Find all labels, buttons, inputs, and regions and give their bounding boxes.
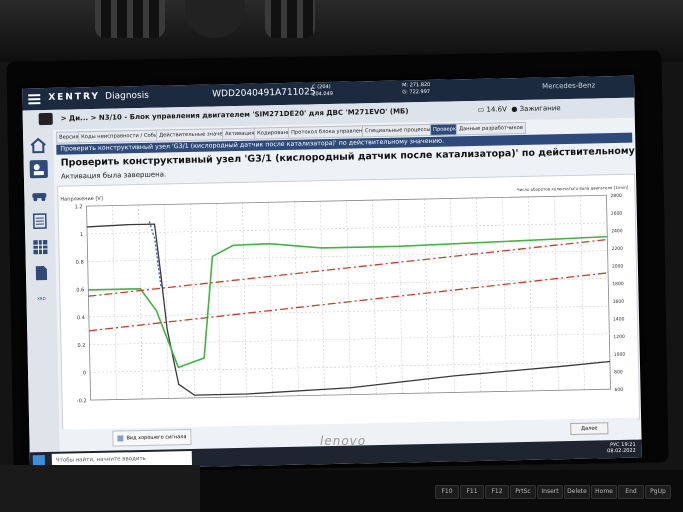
- grid-line-vertical: [164, 204, 169, 399]
- grid-line-vertical: [580, 195, 585, 390]
- keyboard: F10 F11 F12 PrtSc Insert Delete Home End…: [200, 470, 683, 512]
- taskbar-clock: РУС 19:21 08.02.2022: [607, 442, 636, 455]
- breadcrumb-text: > Ди... > N3/10 - Блок управления двигат…: [60, 107, 409, 123]
- grid-line-vertical: [424, 199, 429, 394]
- key-insert[interactable]: Insert: [537, 485, 563, 499]
- code-m-line2: G: 722.997: [402, 88, 431, 96]
- key-home[interactable]: Home: [591, 485, 617, 499]
- ignition-icon: ●: [511, 105, 518, 114]
- document-icon[interactable]: [32, 264, 50, 282]
- battery-voltage: 14.6V: [486, 105, 507, 114]
- laptop-brand-logo: lenovo: [320, 434, 367, 448]
- app-logo: XENTRY Diagnosis: [48, 91, 149, 103]
- air-vent: [95, 0, 165, 38]
- grid-line-horizontal: [87, 250, 608, 262]
- tab-special-procedures[interactable]: Специальные процессы: [361, 123, 434, 138]
- home-icon[interactable]: [29, 136, 47, 154]
- y-right-tick-label: 2800: [610, 193, 622, 199]
- diagnosis-icon[interactable]: [29, 159, 48, 179]
- clock-date: 08.02.2022: [607, 447, 636, 455]
- hamburger-menu-icon[interactable]: [28, 92, 41, 105]
- code-c-line2: 204.049: [312, 90, 334, 98]
- next-button[interactable]: Далее: [570, 422, 609, 436]
- list-icon[interactable]: [31, 212, 49, 230]
- grid-line-vertical: [268, 202, 273, 397]
- key-end[interactable]: End: [618, 485, 644, 499]
- grid-line-vertical: [216, 203, 221, 398]
- grid-line-horizontal: [88, 278, 609, 290]
- grid-line-vertical: [346, 200, 351, 395]
- y-right-tick-label: 1200: [613, 334, 625, 340]
- signal-chart: 1.2 1 0.8 0.6 0.4 0.2 0 -0.2 2800 2600 2400 2200 200…: [57, 173, 641, 432]
- y-left-tick-label: 0.8: [76, 260, 84, 266]
- sidebar: XRD: [22, 129, 61, 471]
- y-left-tick-label: 0: [83, 370, 86, 376]
- battery-icon: ▭: [477, 105, 485, 114]
- grid-line-vertical: [554, 196, 559, 391]
- grid-line-vertical: [190, 203, 195, 398]
- key-pgup[interactable]: PgUp: [645, 485, 671, 499]
- grid-line-vertical: [320, 201, 325, 396]
- y-right-tick-label: 1000: [614, 352, 626, 358]
- tab-developer-data[interactable]: Данные разработчиков: [455, 121, 526, 136]
- grid-line-vertical: [294, 201, 299, 396]
- grid-line-vertical: [528, 196, 533, 391]
- y-left-tick-label: 1: [80, 232, 83, 238]
- y-left-axis-label: Напряжение [V]: [60, 196, 103, 203]
- y-right-tick-label: 1800: [612, 281, 624, 287]
- key-f10[interactable]: F10: [435, 485, 459, 499]
- grid-line-vertical: [450, 198, 455, 393]
- key-delete[interactable]: Delete: [564, 485, 590, 499]
- y-right-tick-label: 800: [614, 369, 623, 375]
- vin-number: WDD2040491A711025: [212, 87, 316, 100]
- ignition-label: Зажигание: [519, 104, 561, 114]
- xrd-icon[interactable]: XRD: [32, 290, 50, 308]
- key-f11[interactable]: F11: [460, 485, 484, 499]
- y-left-tick-label: 0.4: [77, 315, 85, 321]
- air-vent: [265, 0, 315, 38]
- chart-svg: 1.2 1 0.8 0.6 0.4 0.2 0 -0.2 2800 2600 2400 2200 200…: [60, 185, 629, 405]
- grid-line-vertical: [372, 200, 377, 395]
- y-right-tick-label: 2000: [612, 263, 624, 269]
- y-right-tick-label: 1600: [613, 299, 625, 305]
- y-right-tick-label: 2200: [611, 246, 623, 252]
- legend-label: Вид хорошего сигнала: [126, 434, 187, 442]
- app-subtitle: Diagnosis: [105, 90, 149, 102]
- key-f12[interactable]: F12: [485, 485, 509, 499]
- chassis-codes: C (204) 204.049: [312, 84, 333, 98]
- grid-icon[interactable]: [31, 238, 49, 256]
- knob: [185, 0, 245, 38]
- grid-line-vertical: [138, 205, 143, 400]
- key-prtsc[interactable]: PrtSc: [510, 485, 536, 499]
- grid-line-vertical: [242, 202, 247, 397]
- y-right-tick-label: 600: [614, 387, 623, 393]
- legend-swatch: [117, 434, 124, 442]
- y-left-tick-label: -0.2: [77, 398, 87, 404]
- laptop-screen: XENTRY Diagnosis WDD2040491A711025 C (20…: [22, 75, 642, 471]
- y-right-tick-label: 1400: [613, 316, 625, 322]
- app-name: XENTRY: [48, 91, 101, 103]
- tab-activation[interactable]: Активация: [221, 127, 258, 141]
- grid-line-vertical: [476, 197, 481, 392]
- grid-line-vertical: [502, 197, 507, 392]
- status-text: Активация была завершена.: [60, 170, 167, 181]
- y-left-tick-label: 1.2: [75, 204, 83, 210]
- brand-label: Mercedes-Benz: [542, 81, 596, 91]
- good-signal-button[interactable]: Вид хорошего сигнала: [112, 428, 192, 447]
- y-right-tick-label: 2400: [611, 228, 623, 234]
- back-button[interactable]: [38, 112, 53, 126]
- y-left-tick-label: 0.2: [77, 343, 85, 349]
- grid-line-horizontal: [88, 305, 609, 318]
- y-right-axis-label: Число оборотов коленчатого вала двигател…: [517, 185, 629, 192]
- vehicle-icon[interactable]: [30, 186, 48, 204]
- grid-line-vertical: [112, 205, 117, 400]
- engine-codes: M: 271.820 G: 722.997: [402, 82, 431, 97]
- y-right-tick-label: 2600: [611, 211, 623, 217]
- tab-ecu-log[interactable]: Протокол блока управления: [287, 125, 373, 139]
- y-left-tick-label: 0.6: [76, 287, 84, 293]
- battery-status: ▭ 14.6V ● Зажигание: [478, 104, 561, 114]
- laptop-palmrest: [0, 465, 200, 512]
